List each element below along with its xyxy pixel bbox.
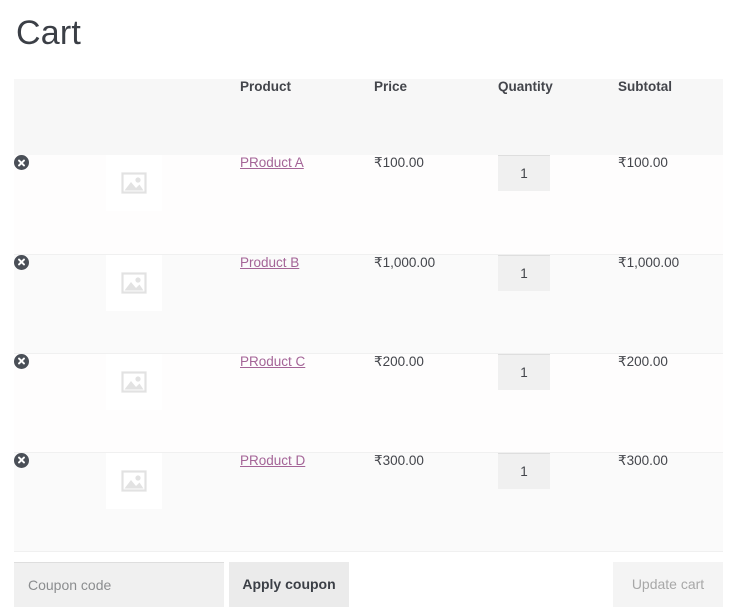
cell-quantity [498,155,618,254]
cell-price: ₹200.00 [374,353,498,452]
cart-page: Cart Product Price Quantity Subtotal PRo… [0,0,737,607]
page-title: Cart [16,14,82,52]
cell-thumbnail [106,155,240,254]
product-thumbnail[interactable] [106,353,162,410]
remove-item-button[interactable] [14,353,29,369]
update-cart-button[interactable]: Update cart [613,561,723,607]
price-amount: ₹200.00 [374,353,424,369]
image-placeholder-icon [121,271,147,294]
cell-price: ₹100.00 [374,155,498,254]
cell-subtotal: ₹100.00 [618,155,723,254]
cell-product-name: Product B [240,254,374,353]
cell-price: ₹1,000.00 [374,254,498,353]
table-header-row: Product Price Quantity Subtotal [14,79,723,155]
subtotal-amount: ₹100.00 [618,155,668,170]
cell-subtotal: ₹300.00 [618,452,723,551]
cell-remove [14,353,106,452]
subtotal-amount: ₹1,000.00 [618,254,680,270]
cell-thumbnail [106,353,240,452]
cell-quantity [498,353,618,452]
cell-product-name: PRoduct D [240,452,374,551]
apply-coupon-button[interactable]: Apply coupon [229,561,349,607]
remove-item-button[interactable] [14,452,29,468]
quantity-input[interactable] [498,353,550,390]
coupon-code-input[interactable] [14,561,224,607]
quantity-input[interactable] [498,452,550,489]
cell-remove [14,254,106,353]
product-link[interactable]: PRoduct A [240,155,304,170]
remove-item-button[interactable] [14,254,29,270]
cart-table-container: Product Price Quantity Subtotal PRoduct … [14,79,723,552]
subtotal-amount: ₹300.00 [618,452,668,468]
price-amount: ₹1,000.00 [374,254,436,270]
cell-product-name: PRoduct C [240,353,374,452]
product-thumbnail[interactable] [106,452,162,509]
quantity-input[interactable] [498,254,550,291]
quantity-input[interactable] [498,155,550,191]
column-header-subtotal: Subtotal [618,79,672,94]
product-thumbnail[interactable] [106,155,162,211]
column-header-price: Price [374,79,408,94]
product-link[interactable]: Product B [240,255,299,270]
table-row: PRoduct C ₹200.00 ₹200.00 [14,353,723,452]
cell-remove [14,452,106,551]
cell-subtotal: ₹1,000.00 [618,254,723,353]
table-row: PRoduct A ₹100.00 ₹100.00 [14,155,723,254]
cell-product-name: PRoduct A [240,155,374,254]
column-header-thumbnail [106,79,240,155]
subtotal-amount: ₹200.00 [618,353,668,369]
product-link[interactable]: PRoduct C [240,354,305,369]
cell-thumbnail [106,452,240,551]
cell-price: ₹300.00 [374,452,498,551]
cell-quantity [498,254,618,353]
remove-item-button[interactable] [14,155,29,170]
cell-quantity [498,452,618,551]
column-header-product: Product [240,79,292,94]
price-amount: ₹100.00 [374,155,424,170]
cell-remove [14,155,106,254]
cart-actions-bar: Apply coupon Update cart [14,561,723,607]
image-placeholder-icon [121,370,147,393]
cart-table-header: Product Price Quantity Subtotal [14,79,723,155]
product-thumbnail[interactable] [106,254,162,311]
image-placeholder-icon [121,172,147,194]
cart-table: Product Price Quantity Subtotal PRoduct … [14,79,723,552]
price-amount: ₹300.00 [374,452,424,468]
image-placeholder-icon [121,469,147,492]
cell-thumbnail [106,254,240,353]
cart-table-body: PRoduct A ₹100.00 ₹100.00 [14,155,723,551]
table-row: Product B ₹1,000.00 ₹1,000.00 [14,254,723,353]
table-row: PRoduct D ₹300.00 ₹300.00 [14,452,723,551]
column-header-remove [14,79,106,155]
column-header-quantity: Quantity [498,79,553,94]
cell-subtotal: ₹200.00 [618,353,723,452]
product-link[interactable]: PRoduct D [240,453,305,468]
